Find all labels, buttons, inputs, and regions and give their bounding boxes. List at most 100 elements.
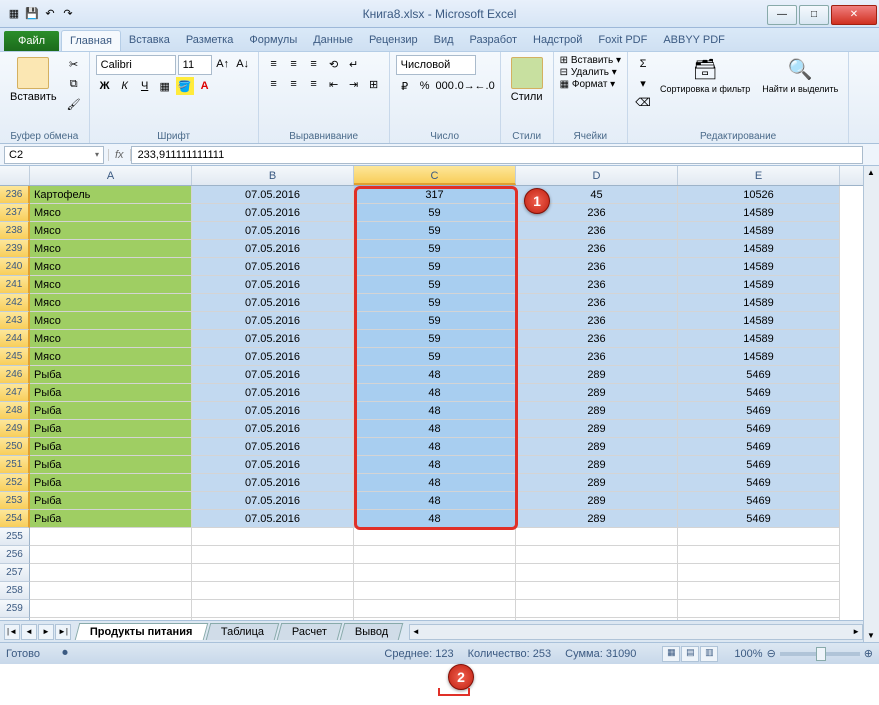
cell[interactable]: 236 [516, 348, 678, 366]
cell[interactable]: Рыба [30, 384, 192, 402]
cell[interactable]: 07.05.2016 [192, 276, 354, 294]
cell[interactable]: 07.05.2016 [192, 402, 354, 420]
table-row[interactable]: 252Рыба07.05.2016482895469 [0, 474, 879, 492]
table-row[interactable]: 244Мясо07.05.20165923614589 [0, 330, 879, 348]
wrap-text-icon[interactable]: ↵ [345, 55, 363, 73]
cell[interactable]: 07.05.2016 [192, 222, 354, 240]
cell[interactable]: 48 [354, 420, 516, 438]
cell[interactable]: 07.05.2016 [192, 510, 354, 528]
cell[interactable]: 317 [354, 186, 516, 204]
font-color-icon[interactable]: A [196, 77, 214, 95]
cell[interactable]: Рыба [30, 420, 192, 438]
table-row[interactable]: 249Рыба07.05.2016482895469 [0, 420, 879, 438]
table-row[interactable]: 242Мясо07.05.20165923614589 [0, 294, 879, 312]
row-header[interactable]: 251 [0, 456, 30, 474]
row-header[interactable]: 247 [0, 384, 30, 402]
row-header[interactable]: 248 [0, 402, 30, 420]
row-header[interactable]: 255 [0, 528, 30, 546]
cell[interactable]: 07.05.2016 [192, 348, 354, 366]
fill-color-icon[interactable]: 🪣 [176, 77, 194, 95]
cell[interactable]: 14589 [678, 330, 840, 348]
cell[interactable]: 289 [516, 420, 678, 438]
format-cells-button[interactable]: ▦ Формат ▾ [560, 79, 616, 90]
styles-button[interactable]: Стили [507, 55, 547, 105]
table-row[interactable]: 246Рыба07.05.2016482895469 [0, 366, 879, 384]
row-header[interactable]: 243 [0, 312, 30, 330]
cell[interactable]: 07.05.2016 [192, 240, 354, 258]
insert-cells-button[interactable]: ⊞ Вставить ▾ [560, 55, 621, 66]
ribbon-tab[interactable]: Главная [61, 30, 121, 51]
row-header[interactable]: 241 [0, 276, 30, 294]
cell[interactable]: Рыба [30, 366, 192, 384]
cell[interactable]: Рыба [30, 510, 192, 528]
number-format-combo[interactable]: Числовой [396, 55, 476, 75]
currency-icon[interactable]: ₽ [396, 77, 414, 95]
ribbon-tab[interactable]: Разработ [462, 30, 525, 51]
minimize-button[interactable]: — [767, 5, 797, 25]
cell[interactable]: 59 [354, 240, 516, 258]
cell[interactable]: 48 [354, 438, 516, 456]
cell[interactable]: 59 [354, 222, 516, 240]
cell[interactable]: 14589 [678, 240, 840, 258]
table-row[interactable]: 243Мясо07.05.20165923614589 [0, 312, 879, 330]
ribbon-tab[interactable]: Вид [426, 30, 462, 51]
ribbon-tab[interactable]: ABBYY PDF [655, 30, 733, 51]
cell[interactable]: Мясо [30, 240, 192, 258]
row-header[interactable]: 249 [0, 420, 30, 438]
cell[interactable]: 59 [354, 348, 516, 366]
cut-icon[interactable]: ✂ [65, 55, 83, 73]
table-row[interactable]: 245Мясо07.05.20165923614589 [0, 348, 879, 366]
table-row[interactable]: 238Мясо07.05.20165923614589 [0, 222, 879, 240]
table-row[interactable]: 237Мясо07.05.20165923614589 [0, 204, 879, 222]
cell[interactable]: Рыба [30, 456, 192, 474]
cell[interactable]: 07.05.2016 [192, 294, 354, 312]
cell[interactable]: Мясо [30, 258, 192, 276]
cell[interactable]: 289 [516, 510, 678, 528]
copy-icon[interactable]: ⧉ [65, 75, 83, 93]
cell[interactable]: 59 [354, 294, 516, 312]
cell[interactable]: 07.05.2016 [192, 258, 354, 276]
cell[interactable]: 07.05.2016 [192, 420, 354, 438]
cell[interactable]: 48 [354, 456, 516, 474]
cell[interactable]: Рыба [30, 402, 192, 420]
cell[interactable]: 14589 [678, 258, 840, 276]
sheet-nav-prev[interactable]: ◄ [21, 624, 37, 640]
cell[interactable]: 14589 [678, 312, 840, 330]
align-top-icon[interactable]: ≡ [265, 55, 283, 73]
select-all-corner[interactable] [0, 166, 30, 185]
percent-icon[interactable]: % [416, 77, 434, 95]
name-box[interactable]: C2 [4, 146, 104, 164]
cell[interactable]: 236 [516, 330, 678, 348]
cell[interactable]: 236 [516, 258, 678, 276]
cell[interactable]: 59 [354, 330, 516, 348]
ribbon-tab[interactable]: Разметка [178, 30, 242, 51]
cell[interactable]: Рыба [30, 474, 192, 492]
fill-icon[interactable]: ▾ [634, 74, 652, 92]
sheet-tab[interactable]: Расчет [276, 623, 342, 640]
cell[interactable]: 289 [516, 402, 678, 420]
row-header[interactable]: 252 [0, 474, 30, 492]
cell[interactable]: 14589 [678, 294, 840, 312]
cell[interactable]: 07.05.2016 [192, 492, 354, 510]
align-right-icon[interactable]: ≡ [305, 75, 323, 93]
column-header[interactable]: D [516, 166, 678, 185]
formula-input[interactable]: 233,911111111111 [131, 146, 863, 164]
find-select-button[interactable]: 🔍Найти и выделить [758, 55, 842, 96]
sort-filter-button[interactable]: 🗃Сортировка и фильтр [656, 55, 754, 96]
table-row[interactable]: 236Картофель07.05.20163174510526 [0, 186, 879, 204]
cell[interactable]: 236 [516, 276, 678, 294]
cell[interactable]: 07.05.2016 [192, 204, 354, 222]
cell[interactable]: 5469 [678, 510, 840, 528]
file-tab[interactable]: Файл [4, 31, 59, 51]
row-header[interactable]: 245 [0, 348, 30, 366]
cell[interactable]: 07.05.2016 [192, 366, 354, 384]
horizontal-scrollbar[interactable] [409, 624, 863, 640]
font-name-combo[interactable]: Calibri [96, 55, 176, 75]
row-header[interactable]: 256 [0, 546, 30, 564]
cell[interactable]: Рыба [30, 492, 192, 510]
cell[interactable]: 07.05.2016 [192, 330, 354, 348]
zoom-in-icon[interactable]: ⊕ [864, 647, 873, 660]
cell[interactable]: 48 [354, 492, 516, 510]
cell[interactable]: 5469 [678, 492, 840, 510]
delete-cells-button[interactable]: ⊟ Удалить ▾ [560, 67, 617, 78]
